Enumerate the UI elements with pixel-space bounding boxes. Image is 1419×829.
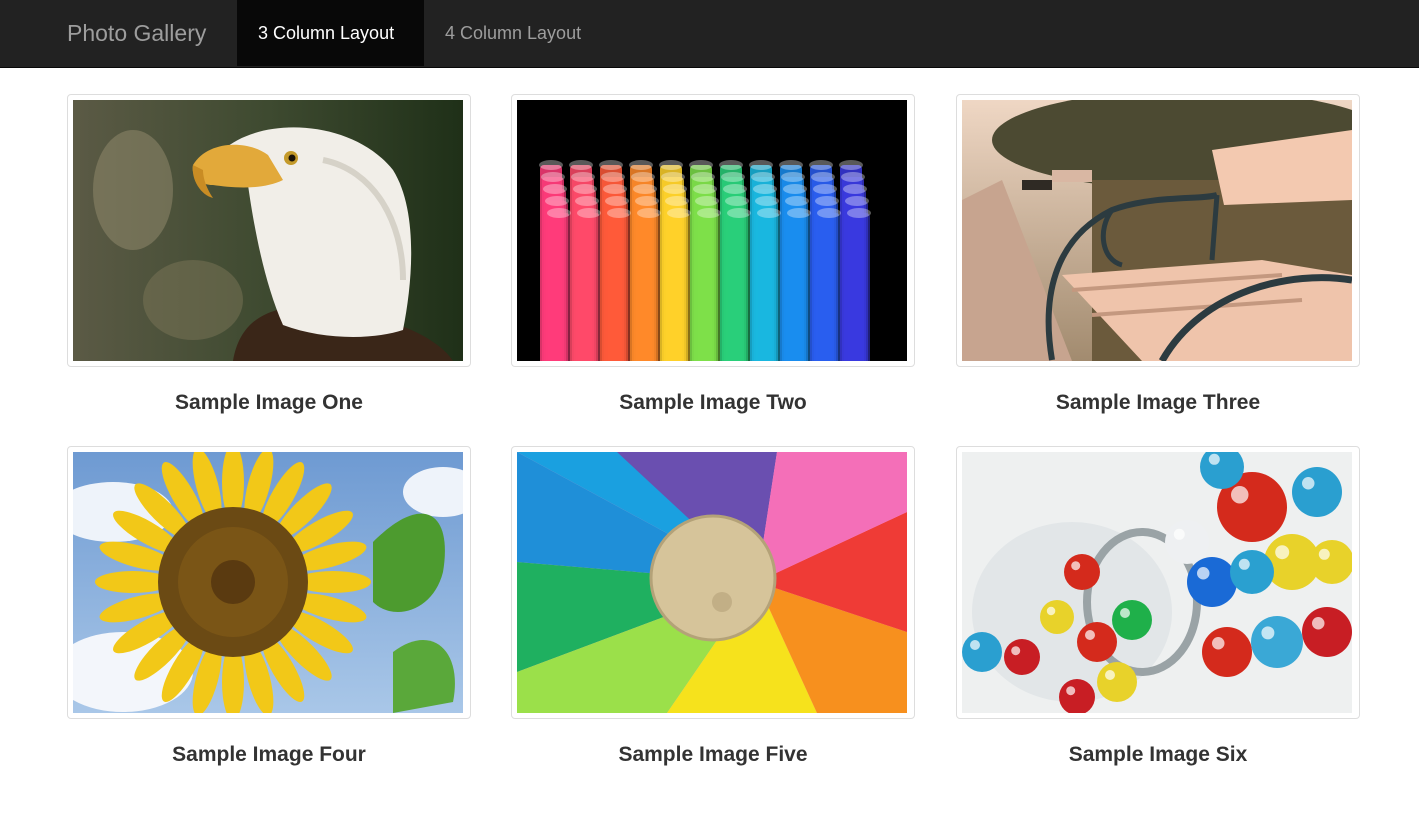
park-benches-image bbox=[962, 100, 1352, 361]
caption-image-six: Sample Image Six bbox=[1068, 743, 1248, 766]
thumbnail-marbles[interactable] bbox=[956, 446, 1360, 719]
caption-image-four: Sample Image Four bbox=[172, 743, 366, 766]
thumbnail-pinwheel[interactable] bbox=[511, 446, 915, 719]
test-tubes-image bbox=[517, 100, 907, 361]
navbar-brand[interactable]: Photo Gallery bbox=[67, 0, 206, 66]
thumbnail-eagle[interactable] bbox=[67, 94, 471, 367]
pinwheel-image bbox=[517, 452, 907, 713]
eagle-image bbox=[73, 100, 463, 361]
navbar: Photo Gallery 3 Column Layout 4 Column L… bbox=[0, 0, 1419, 68]
sunflower-image bbox=[73, 452, 463, 713]
nav-item-4-column-layout[interactable]: 4 Column Layout bbox=[424, 0, 602, 66]
nav-item-3-column-layout[interactable]: 3 Column Layout bbox=[237, 0, 424, 66]
caption-image-five: Sample Image Five bbox=[618, 743, 808, 766]
caption-image-one: Sample Image One bbox=[175, 391, 363, 414]
thumbnail-park-benches[interactable] bbox=[956, 94, 1360, 367]
thumbnail-test-tubes[interactable] bbox=[511, 94, 915, 367]
marbles-image bbox=[962, 452, 1352, 713]
thumbnail-sunflower[interactable] bbox=[67, 446, 471, 719]
caption-image-three: Sample Image Three bbox=[1055, 391, 1261, 414]
caption-image-two: Sample Image Two bbox=[619, 391, 807, 414]
